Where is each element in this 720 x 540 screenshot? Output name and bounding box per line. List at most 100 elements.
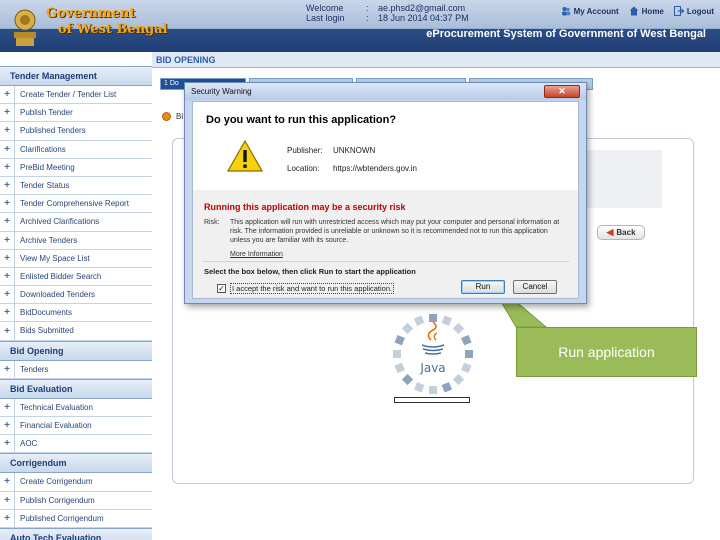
loader-segment: [401, 322, 414, 335]
sidebar-item[interactable]: + Create Tender / Tender List: [0, 86, 152, 105]
loader-segment: [429, 314, 437, 322]
my-account-link[interactable]: My Account: [561, 6, 619, 16]
loader-segment: [393, 350, 401, 358]
sidebar-item[interactable]: + Bids Submitted: [0, 322, 152, 341]
expand-icon: +: [4, 198, 10, 210]
sidebar-item-label: Create Corrigendum: [14, 473, 152, 491]
accept-risk-row: ✓ I accept the risk and want to run this…: [217, 283, 395, 294]
sidebar-item[interactable]: + Financial Evaluation: [0, 417, 152, 436]
home-icon: [629, 6, 639, 16]
expand-icon: +: [4, 325, 10, 337]
sidebar-item-label: BidDocuments: [14, 304, 152, 322]
sidebar-section-header[interactable]: Tender Management: [0, 66, 152, 86]
sidebar-section-header[interactable]: Bid Opening: [0, 340, 152, 361]
dialog-titlebar[interactable]: Security Warning ✕: [185, 83, 586, 100]
publisher-row: Publisher: UNKNOWN: [287, 146, 375, 155]
sidebar-item[interactable]: + Tender Status: [0, 176, 152, 196]
sidebar-item[interactable]: + Publish Tender: [0, 104, 152, 123]
java-loading-icon: Java: [393, 314, 473, 394]
page-title-bar: [152, 52, 720, 68]
back-button[interactable]: ◀ Back: [597, 225, 645, 240]
accept-risk-label[interactable]: I accept the risk and want to run this a…: [230, 283, 395, 294]
sidebar-item-label: Technical Evaluation: [14, 398, 152, 416]
sidebar-item-label: Published Corrigendum: [14, 509, 152, 527]
sidebar-item-label: Tenders: [14, 360, 152, 378]
loader-segment: [452, 373, 465, 386]
my-account-label: My Account: [573, 6, 619, 16]
sidebar-item[interactable]: + Enlisted Bidder Search: [0, 267, 152, 287]
sidebar-item[interactable]: + Published Corrigendum: [0, 509, 152, 528]
user-email: ae.phsd2@gmail.com: [378, 3, 466, 13]
sidebar-section-header[interactable]: Bid Evaluation: [0, 378, 152, 399]
loader-segment: [441, 315, 453, 326]
sidebar-item[interactable]: + View My Space List: [0, 249, 152, 268]
sidebar-item[interactable]: + Clarifications: [0, 140, 152, 159]
expand-icon: +: [4, 363, 10, 375]
sidebar-item-label: Archive Tenders: [14, 231, 152, 249]
expand-icon: +: [4, 216, 10, 228]
sidebar-item-label: Downloaded Tenders: [14, 286, 152, 304]
dialog-instruction: Select the box below, then click Run to …: [204, 267, 416, 276]
expand-icon: +: [4, 307, 10, 319]
sidebar-item-label: Tender Status: [14, 176, 152, 195]
info-strip: [586, 150, 662, 208]
sidebar-item[interactable]: + Archived Clarifications: [0, 213, 152, 232]
sidebar-item[interactable]: + Create Corrigendum: [0, 473, 152, 492]
dialog-question-area: Do you want to run this application? Pub…: [193, 102, 578, 190]
sidebar-item[interactable]: + PreBid Meeting: [0, 158, 152, 177]
dialog-question: Do you want to run this application?: [206, 114, 397, 126]
site-header: Government of West Bengal Welcome : ae.p…: [0, 0, 720, 52]
bullet-text: Bi: [176, 112, 184, 121]
sidebar-item[interactable]: + Published Tenders: [0, 122, 152, 141]
run-button[interactable]: Run: [461, 280, 505, 294]
sidebar-item[interactable]: + Archive Tenders: [0, 231, 152, 250]
loader-segment: [461, 362, 472, 374]
sidebar-item-label: Archived Clarifications: [14, 213, 152, 231]
sidebar-item[interactable]: + Technical Evaluation: [0, 398, 152, 417]
sidebar-item[interactable]: + Tender Comprehensive Report: [0, 195, 152, 214]
sidebar-item-label: AOC: [14, 435, 152, 453]
sidebar: Tender Management + Create Tender / Tender…: [0, 66, 152, 540]
sidebar-section-header[interactable]: Corrigendum: [0, 453, 152, 474]
dialog-close-button[interactable]: ✕: [544, 85, 580, 98]
sidebar-item-label: Clarifications: [14, 140, 152, 158]
expand-icon: +: [4, 401, 10, 413]
loader-segment: [452, 322, 465, 335]
sidebar-item-label: Tender Comprehensive Report: [14, 195, 152, 213]
risk-text: This application will run with unrestric…: [230, 219, 560, 244]
sidebar-section-header[interactable]: Auto Tech Evaluation: [0, 527, 152, 540]
loader-segment: [461, 334, 472, 346]
loader-segment: [429, 386, 437, 394]
accept-risk-checkbox[interactable]: ✓: [217, 284, 226, 293]
expand-icon: +: [4, 438, 10, 450]
cancel-button[interactable]: Cancel: [513, 280, 557, 294]
risk-heading: Running this application may be a securi…: [204, 202, 406, 212]
sidebar-item[interactable]: + BidDocuments: [0, 304, 152, 323]
dialog-title: Security Warning: [191, 87, 252, 96]
logout-link[interactable]: Logout: [673, 6, 714, 16]
government-title: Government of West Bengal: [46, 6, 168, 38]
welcome-label: Welcome: [306, 3, 344, 13]
loader-segment: [413, 315, 425, 326]
sidebar-item[interactable]: + Downloaded Tenders: [0, 286, 152, 305]
sidebar-item-label: Enlisted Bidder Search: [14, 267, 152, 286]
loader-segment: [401, 373, 414, 386]
expand-icon: +: [4, 89, 10, 101]
loader-segment: [394, 362, 405, 374]
more-information-link[interactable]: More Information: [230, 251, 283, 258]
sidebar-item[interactable]: + Tenders: [0, 360, 152, 379]
expand-icon: +: [4, 161, 10, 173]
sidebar-item[interactable]: + AOC: [0, 435, 152, 454]
loader-segment: [413, 382, 425, 393]
location-row: Location: https://wbtenders.gov.in: [287, 164, 417, 173]
java-progress-bar: [394, 397, 470, 403]
java-label: Java: [419, 361, 445, 375]
sidebar-item-label: Bids Submitted: [14, 322, 152, 340]
page-title: BID OPENING: [156, 55, 216, 65]
expand-icon: +: [4, 125, 10, 137]
sidebar-item[interactable]: + Publish Corrigendum: [0, 491, 152, 510]
risk-description: Risk: This application will run with unr…: [204, 218, 568, 245]
back-label: Back: [616, 228, 636, 237]
home-label: Home: [641, 6, 664, 16]
home-link[interactable]: Home: [629, 6, 664, 16]
